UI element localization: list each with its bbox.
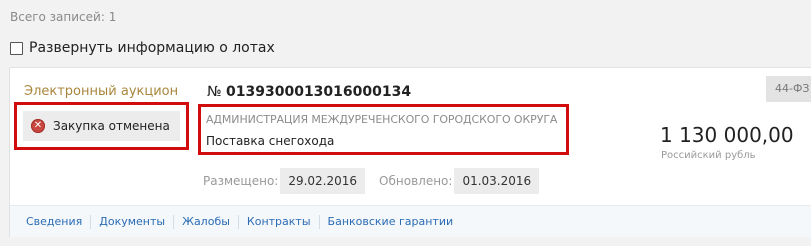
cancel-circle-icon: ✕ — [31, 119, 45, 133]
procurement-record-card: Электронный аукцион ✕ Закупка отменена №… — [9, 67, 811, 237]
status-label: Закупка отменена — [53, 119, 170, 133]
link-bank-guarantees[interactable]: Банковские гарантии — [320, 215, 462, 229]
posted-label: Размещено: — [203, 174, 279, 188]
expand-lots-checkbox-row[interactable]: Развернуть информацию о лотах — [10, 40, 275, 56]
currency-label: Российский рубль — [661, 150, 756, 161]
link-contracts[interactable]: Контракты — [239, 214, 320, 229]
record-links-bar: Сведения Документы Жалобы Контракты Банк… — [10, 205, 811, 237]
link-documents[interactable]: Документы — [91, 214, 175, 229]
link-details[interactable]: Сведения — [18, 214, 92, 229]
procedure-type: Электронный аукцион — [24, 84, 179, 99]
expand-lots-checkbox[interactable] — [10, 41, 23, 55]
dates-row: Размещено: 29.02.2016 Обновлено: 01.03.2… — [203, 168, 551, 194]
status-highlight-box: ✕ Закупка отменена — [14, 102, 189, 150]
law-tag: 44-ФЗ — [766, 76, 811, 102]
expand-lots-label: Развернуть информацию о лотах — [29, 40, 275, 56]
customer-name[interactable]: АДМИНИСТРАЦИЯ МЕЖДУРЕЧЕНСКОГО ГОРОДСКОГО… — [206, 113, 557, 126]
registry-number[interactable]: № 0139300013016000134 — [207, 84, 411, 100]
procurement-subject: Поставка снегохода — [206, 134, 335, 148]
number-value[interactable]: 0139300013016000134 — [226, 84, 411, 100]
price-value: 1 130 000,00 — [660, 123, 794, 147]
number-prefix: № — [207, 84, 222, 100]
customer-highlight-box: АДМИНИСТРАЦИЯ МЕЖДУРЕЧЕНСКОГО ГОРОДСКОГО… — [198, 104, 569, 155]
posted-date: 29.02.2016 — [280, 168, 366, 194]
updated-date: 01.03.2016 — [454, 168, 540, 194]
link-complaints[interactable]: Жалобы — [174, 214, 239, 229]
updated-label: Обновлено: — [379, 174, 453, 188]
total-records-label: Всего записей: 1 — [10, 10, 117, 24]
status-badge: ✕ Закупка отменена — [23, 111, 180, 141]
